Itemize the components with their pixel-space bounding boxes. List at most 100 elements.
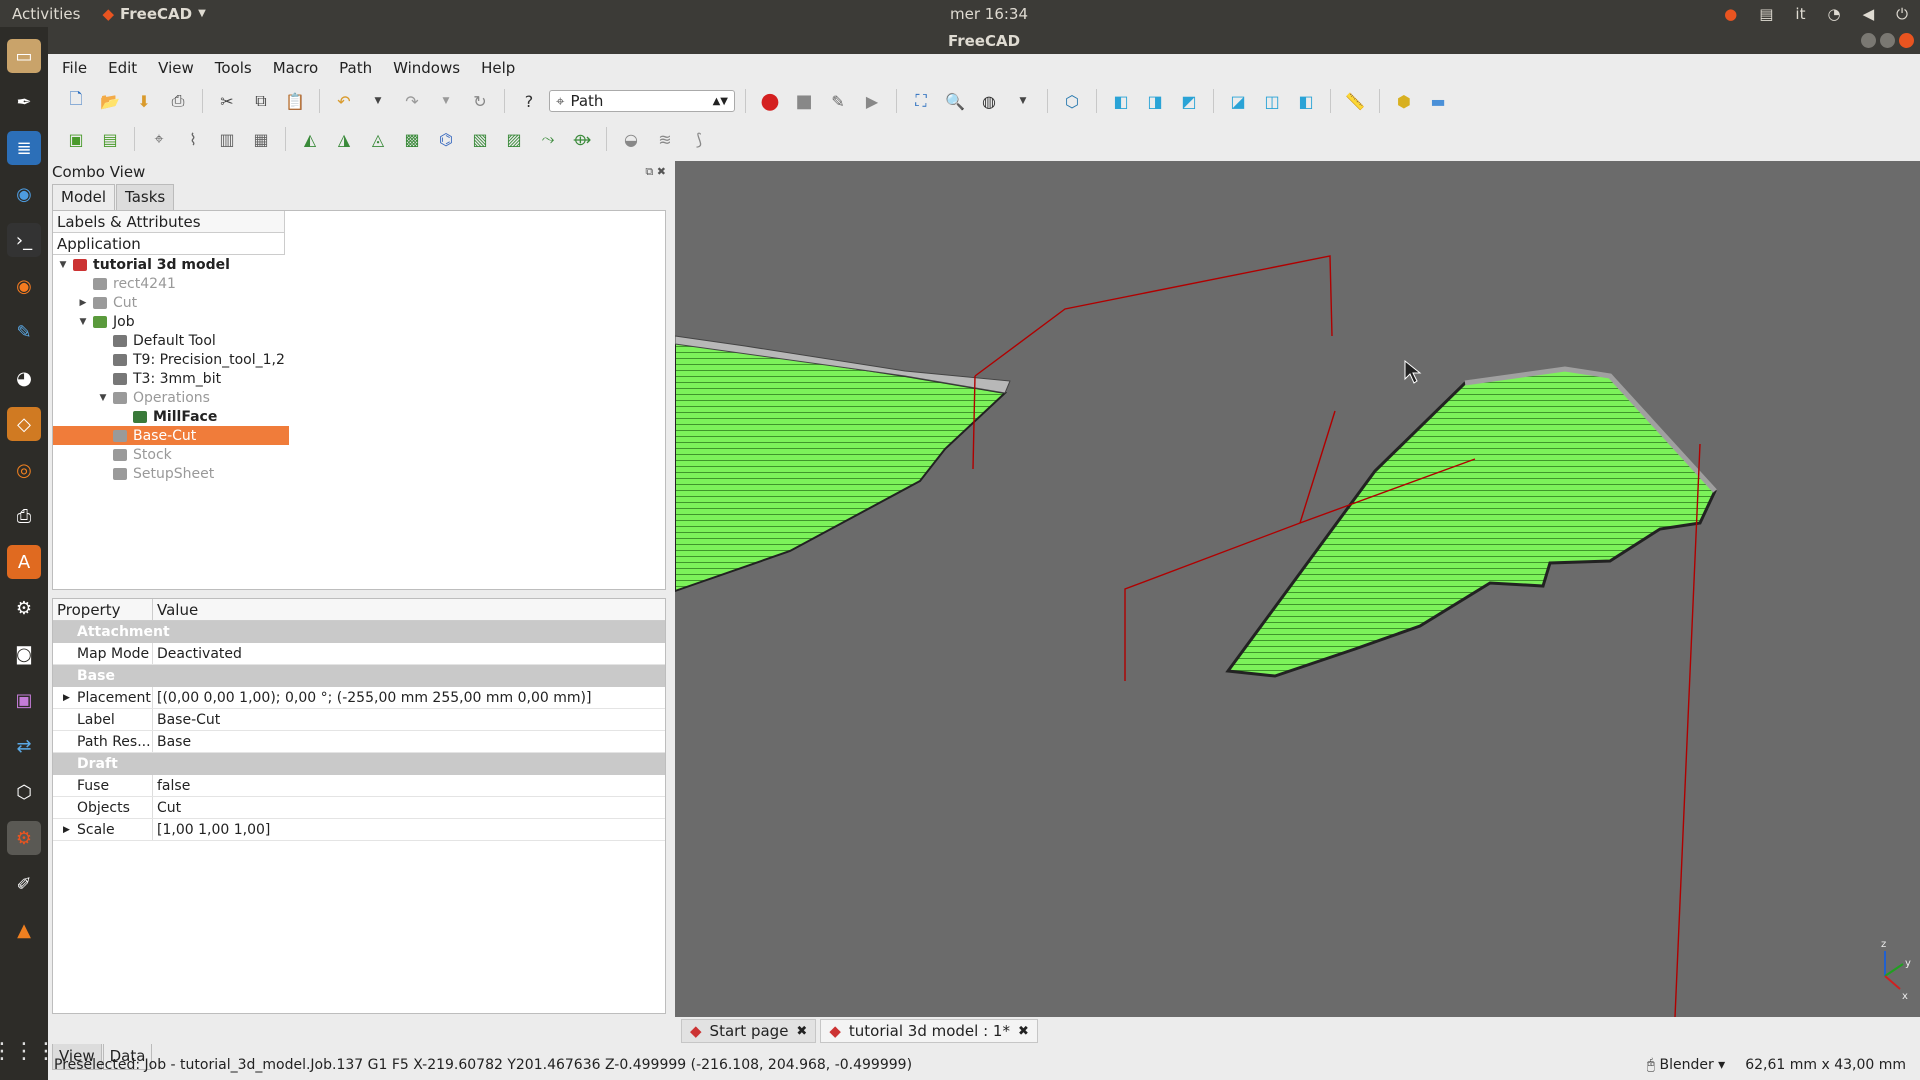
menu-tools[interactable]: Tools: [215, 59, 252, 77]
create-part-icon[interactable]: ⬢: [1390, 87, 1418, 115]
property-value[interactable]: Cut: [153, 797, 665, 818]
tree-header[interactable]: Labels & Attributes: [53, 211, 285, 233]
value-column-header[interactable]: Value: [153, 599, 198, 620]
software-center-icon[interactable]: A: [7, 545, 41, 579]
property-row[interactable]: Map Mode Deactivated: [53, 643, 665, 665]
record-macro-icon[interactable]: ●: [756, 87, 784, 115]
menu-edit[interactable]: Edit: [108, 59, 137, 77]
tree-item[interactable]: Default Tool: [53, 331, 289, 350]
file-manager-icon[interactable]: ▭: [7, 39, 41, 73]
tree-item[interactable]: SetupSheet: [53, 464, 289, 483]
app-menu[interactable]: ◆ FreeCAD ▼: [102, 5, 205, 23]
run-macro-icon[interactable]: ▶: [858, 87, 886, 115]
writer-icon[interactable]: ≣: [7, 131, 41, 165]
tab-tasks[interactable]: Tasks: [116, 184, 175, 210]
workbench-selector[interactable]: ⌖ Path ▲▼: [549, 90, 735, 112]
path-shape-icon[interactable]: ⟆: [685, 125, 713, 153]
chromium-icon[interactable]: ◉: [7, 177, 41, 211]
document-tab-start-page[interactable]: ◆ Start page ✖: [681, 1019, 817, 1043]
blender-icon[interactable]: ◎: [7, 453, 41, 487]
pen-icon[interactable]: ✎: [7, 315, 41, 349]
tree-item[interactable]: T3: 3mm_bit: [53, 369, 289, 388]
draw-style-dropdown-icon[interactable]: ▼: [1009, 87, 1037, 115]
menu-macro[interactable]: Macro: [273, 59, 318, 77]
tree-item[interactable]: T9: Precision_tool_1,2: [53, 350, 289, 369]
top-view-icon[interactable]: ◨: [1141, 87, 1169, 115]
surface-icon[interactable]: ◒: [617, 125, 645, 153]
helix-icon[interactable]: ⌬: [432, 125, 460, 153]
close-button[interactable]: [1899, 33, 1914, 48]
redo-icon[interactable]: ↷: [398, 87, 426, 115]
transfer-icon[interactable]: ⇄: [7, 729, 41, 763]
mill-face-icon[interactable]: ▩: [398, 125, 426, 153]
menu-view[interactable]: View: [158, 59, 194, 77]
rear-view-icon[interactable]: ◪: [1224, 87, 1252, 115]
job-icon[interactable]: ▣: [62, 125, 90, 153]
property-column-header[interactable]: Property: [53, 599, 153, 620]
freecad-dock-icon[interactable]: ⚙: [7, 821, 41, 855]
create-group-icon[interactable]: ▬: [1424, 87, 1452, 115]
property-value[interactable]: [(0,00 0,00 1,00); 0,00 °; (-255,00 mm 2…: [153, 687, 665, 708]
tree-root[interactable]: Application: [53, 233, 285, 255]
draw-style-icon[interactable]: ◍: [975, 87, 1003, 115]
notes-icon[interactable]: ✐: [7, 867, 41, 901]
tree-item[interactable]: rect4241: [53, 274, 289, 293]
maximize-button[interactable]: [1880, 33, 1895, 48]
menu-windows[interactable]: Windows: [393, 59, 460, 77]
fit-all-icon[interactable]: ⛶: [907, 87, 935, 115]
power-icon[interactable]: ⏻: [1896, 5, 1908, 23]
expand-arrow-icon[interactable]: ▼: [57, 260, 69, 270]
navigation-style[interactable]: 🖰 Blender ▾: [1647, 1057, 1726, 1073]
scan-icon[interactable]: ⎙: [7, 499, 41, 533]
left-view-icon[interactable]: ◧: [1292, 87, 1320, 115]
camera-app-icon[interactable]: ◙: [7, 637, 41, 671]
drilling-icon[interactable]: ▨: [500, 125, 528, 153]
menu-help[interactable]: Help: [481, 59, 515, 77]
inkscape-icon[interactable]: ✒: [7, 85, 41, 119]
menu-file[interactable]: File: [62, 59, 87, 77]
property-row[interactable]: Label Base-Cut: [53, 709, 665, 731]
close-icon[interactable]: ✖: [1018, 1024, 1029, 1039]
property-value[interactable]: false: [153, 775, 665, 796]
media-icon[interactable]: ▣: [7, 683, 41, 717]
firefox-icon[interactable]: ◉: [7, 269, 41, 303]
property-row[interactable]: Path Res... Base: [53, 731, 665, 753]
edit-macro-icon[interactable]: ✎: [824, 87, 852, 115]
tree-item[interactable]: MillFace: [53, 407, 289, 426]
expand-arrow-icon[interactable]: ▼: [77, 317, 89, 327]
activities-button[interactable]: Activities: [12, 5, 80, 23]
property-value[interactable]: Base-Cut: [153, 709, 665, 730]
settings-icon[interactable]: ⚙: [7, 591, 41, 625]
tree-item[interactable]: Base-Cut: [53, 426, 289, 445]
clock[interactable]: mer 16:34: [950, 5, 1028, 23]
clipboard-icon[interactable]: ▤: [1759, 5, 1773, 23]
volume-icon[interactable]: ◀: [1863, 5, 1875, 23]
tooltable-icon[interactable]: ▦: [247, 125, 275, 153]
gimp-icon[interactable]: ◕: [7, 361, 41, 395]
open-icon[interactable]: 📂: [96, 87, 124, 115]
right-view-icon[interactable]: ◩: [1175, 87, 1203, 115]
stop-macro-icon[interactable]: ■: [790, 87, 818, 115]
isometric-view-icon[interactable]: ⬡: [1058, 87, 1086, 115]
measure-distance-icon[interactable]: 📏: [1341, 87, 1369, 115]
property-value[interactable]: Base: [153, 731, 665, 752]
property-row[interactable]: ▶ Scale [1,00 1,00 1,00]: [53, 819, 665, 841]
property-row[interactable]: Objects Cut: [53, 797, 665, 819]
pocket-icon[interactable]: ◮: [330, 125, 358, 153]
copy-icon[interactable]: ⧉: [247, 87, 275, 115]
menu-path[interactable]: Path: [339, 59, 372, 77]
redo-dropdown-icon[interactable]: ▼: [432, 87, 460, 115]
undo-dropdown-icon[interactable]: ▼: [364, 87, 392, 115]
3d-viewport[interactable]: z y x: [675, 161, 1920, 1017]
front-view-icon[interactable]: ◧: [1107, 87, 1135, 115]
waterline-icon[interactable]: ≋: [651, 125, 679, 153]
expand-arrow-icon[interactable]: ▶: [63, 693, 70, 703]
tree-item[interactable]: ▼ Operations: [53, 388, 289, 407]
close-icon[interactable]: ✖: [796, 1024, 807, 1039]
tree-item[interactable]: ▼ tutorial 3d model: [53, 255, 289, 274]
fit-selection-icon[interactable]: 🔍: [941, 87, 969, 115]
cube-app-icon[interactable]: ⬡: [7, 775, 41, 809]
expand-arrow-icon[interactable]: ▶: [63, 825, 70, 835]
property-value[interactable]: Deactivated: [153, 643, 665, 664]
camera-icon[interactable]: ●: [1724, 5, 1737, 23]
